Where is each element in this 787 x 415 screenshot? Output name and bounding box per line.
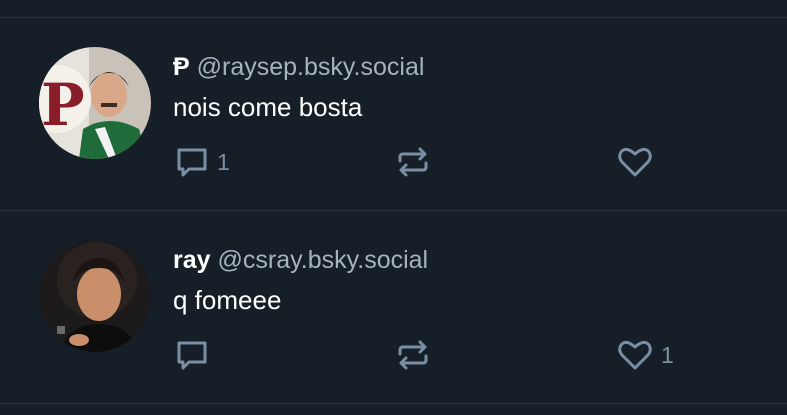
svg-text:P: P — [41, 71, 85, 139]
reply-count: 1 — [217, 148, 230, 175]
handle[interactable]: @raysep.bsky.social — [197, 53, 425, 81]
like-button[interactable]: 1 — [617, 338, 674, 372]
repost-button[interactable] — [395, 338, 439, 372]
post-header: ray @csray.bsky.social — [173, 245, 428, 275]
handle[interactable]: @csray.bsky.social — [218, 246, 429, 274]
reply-button[interactable] — [175, 338, 217, 372]
display-name[interactable]: Ᵽ — [173, 53, 190, 81]
speech-bubble-icon — [175, 338, 209, 372]
post-divider — [0, 403, 787, 404]
repost-arrows-icon — [395, 338, 431, 372]
speech-bubble-icon — [175, 145, 209, 179]
post-item[interactable]: P Ᵽ @raysep.bsky.social nois come bosta … — [0, 18, 787, 210]
display-name[interactable]: ray — [173, 246, 211, 274]
post-header: Ᵽ @raysep.bsky.social — [173, 52, 424, 82]
post-item[interactable]: ray @csray.bsky.social q fomeee 1 — [0, 211, 787, 403]
post-text: q fomeee — [173, 285, 282, 315]
avatar[interactable] — [39, 240, 151, 352]
like-count: 1 — [661, 341, 674, 368]
post-text: nois come bosta — [173, 92, 363, 122]
like-button[interactable] — [617, 145, 661, 179]
heart-icon — [617, 338, 653, 372]
reply-button[interactable]: 1 — [175, 145, 230, 179]
repost-arrows-icon — [395, 145, 431, 179]
heart-icon — [617, 145, 653, 179]
repost-button[interactable] — [395, 145, 439, 179]
avatar[interactable]: P — [39, 47, 151, 159]
